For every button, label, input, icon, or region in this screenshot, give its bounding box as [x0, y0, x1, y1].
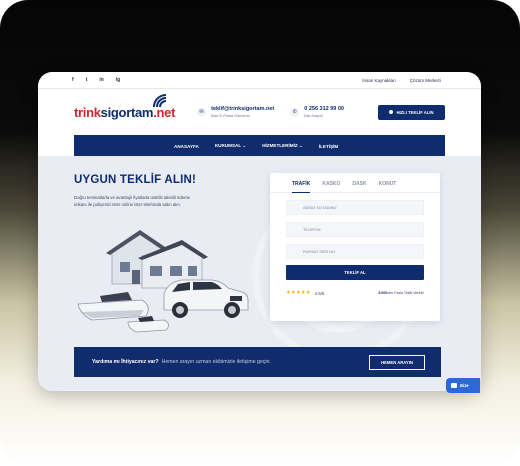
phone-contact[interactable]: ✆ 0 256 312 99 00 Bizi Arayın!	[290, 106, 344, 119]
nav-item-home[interactable]: ANASAYFA	[174, 144, 199, 149]
nav-item-corporate[interactable]: KURUMSAL ⌄	[215, 143, 246, 149]
mail-icon: ✉	[197, 107, 207, 117]
tab-housing[interactable]: KONUT	[379, 181, 397, 193]
stars-icon: ★★★★★	[286, 290, 311, 296]
help-subtitle: Hemen arayın uzman ekibimizle iletişime …	[161, 359, 271, 365]
tab-kasko[interactable]: KASKO	[322, 181, 340, 193]
chat-widget[interactable]: Bize	[446, 378, 480, 393]
browser-window: f t in ig İnsan Kaynakları Çözüm Merkezi…	[38, 72, 481, 391]
hero-description: Doğru teminatlarla ve avantajlı fiyatlar…	[74, 195, 191, 207]
name-field[interactable]: ADINIZ SOYADINIZ	[286, 200, 424, 215]
site-header: trink sigortam .net ✉ teklif@trinksigortam…	[38, 89, 481, 135]
signal-icon	[153, 93, 167, 107]
quick-quote-button[interactable]: HIZLI TEKLİF ALIN	[378, 104, 445, 120]
call-now-button[interactable]: HEMEN ARAYIN	[369, 354, 425, 370]
link-careers[interactable]: İnsan Kaynakları	[362, 78, 396, 83]
facebook-icon[interactable]: f	[72, 77, 74, 83]
phone-icon: ✆	[290, 107, 300, 117]
nav-item-services[interactable]: HİZMETLERİMİZ ⌄	[262, 143, 303, 149]
linkedin-icon[interactable]: in	[99, 77, 103, 83]
insurance-tabs: TRAFİK KASKO DASK KONUT	[270, 173, 440, 193]
email-contact[interactable]: ✉ teklif@trinksigortam.net Bize E-Posta …	[197, 106, 274, 119]
hero-title: UYGUN TEKLİF ALIN!	[74, 174, 196, 186]
instagram-icon[interactable]: ig	[116, 77, 120, 83]
quote-form-card: TRAFİK KASKO DASK KONUT ADINIZ SOYADINIZ…	[270, 173, 440, 321]
help-banner: Yardıma mı İhtiyacınız var? Hemen arayın…	[74, 347, 441, 377]
site-logo[interactable]: trink sigortam .net	[74, 93, 175, 120]
insurance-illustration	[77, 230, 249, 333]
phone-field[interactable]: TELEFON	[286, 222, 424, 237]
rating-row: ★★★★★ 4.5/5 5.000den Fazla Teklif Verild…	[286, 290, 424, 296]
review-count: 5.000den Fazla Teklif Verildi!	[378, 291, 424, 295]
get-quote-button[interactable]: TEKLİF AL	[286, 265, 424, 280]
star-rating: ★★★★★ 4.5/5	[286, 290, 324, 296]
tab-traffic[interactable]: TRAFİK	[292, 181, 311, 193]
top-bar: f t in ig İnsan Kaynakları Çözüm Merkezi	[38, 72, 481, 89]
nav-item-contact[interactable]: İLETİŞİM	[319, 144, 338, 149]
tab-dask[interactable]: DASK	[352, 181, 366, 193]
help-question: Yardıma mı İhtiyacınız var?	[92, 359, 159, 365]
social-links: f t in ig	[72, 77, 120, 83]
license-serial-field[interactable]: RUHSAT SERİ NO.	[286, 244, 424, 259]
link-solution-center[interactable]: Çözüm Merkezi	[410, 78, 441, 83]
chat-icon	[451, 383, 457, 388]
main-nav: ANASAYFA KURUMSAL ⌄ HİZMETLERİMİZ ⌄ İLET…	[74, 135, 445, 157]
rating-score: 4.5/5	[314, 290, 325, 296]
quote-icon	[389, 110, 394, 114]
twitter-icon[interactable]: t	[86, 77, 88, 83]
top-links: İnsan Kaynakları Çözüm Merkezi	[362, 78, 441, 83]
